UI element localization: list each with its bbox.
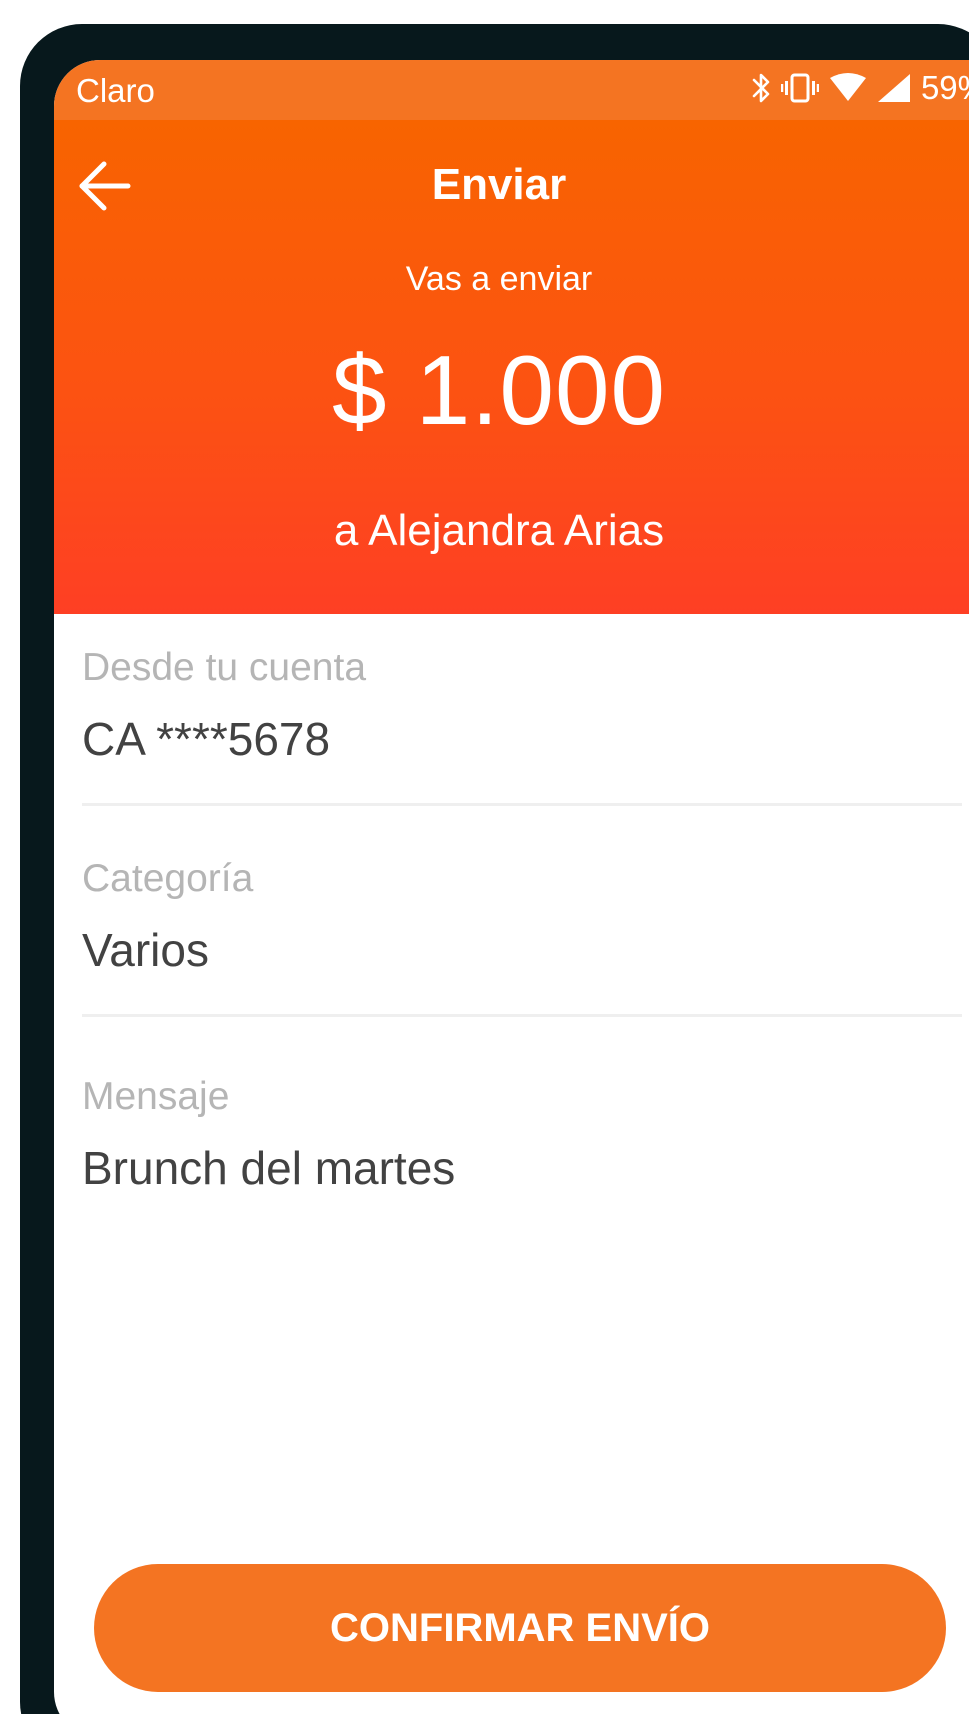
divider (82, 803, 962, 806)
screen: Claro 59 Enviar Vas a enviar $ 1.000 a A… (54, 60, 969, 1714)
page: Claro 59 Enviar Vas a enviar $ 1.000 a A… (0, 0, 969, 1714)
category-label: Categoría (82, 857, 254, 900)
message-value: Brunch del martes (82, 1142, 456, 1194)
recipient-name: a Alejandra Arias (333, 506, 665, 555)
battery-level: 59% (920, 69, 969, 106)
bluetooth-icon (751, 71, 771, 105)
wifi-icon (829, 73, 867, 103)
send-amount: $ 1.000 (332, 335, 666, 445)
vibrate-icon (780, 73, 819, 103)
account-value: CA ****5678 (82, 713, 331, 765)
page-title: Enviar (431, 160, 567, 209)
message-label: Mensaje (82, 1075, 230, 1118)
status-icons: 59% (751, 68, 969, 108)
send-subtitle: Vas a enviar (405, 260, 593, 298)
phone-frame: Claro 59 Enviar Vas a enviar $ 1.000 a A… (20, 24, 969, 1714)
status-bar: Claro 59 (54, 60, 969, 120)
account-label: Desde tu cuenta (82, 646, 367, 689)
account-field: Desde tu cuenta CA ****5678 (82, 646, 932, 766)
category-field: Categoría Varios (82, 857, 932, 977)
carrier-name: Claro (76, 72, 155, 109)
divider (82, 1014, 962, 1017)
cell-signal-icon (877, 73, 911, 103)
confirm-send-button[interactable]: CONFIRMAR ENVÍO (94, 1564, 946, 1692)
send-summary-header: Enviar Vas a enviar $ 1.000 a Alejandra … (54, 120, 969, 614)
message-field: Mensaje Brunch del martes (82, 1075, 932, 1195)
category-value: Varios (82, 924, 209, 976)
